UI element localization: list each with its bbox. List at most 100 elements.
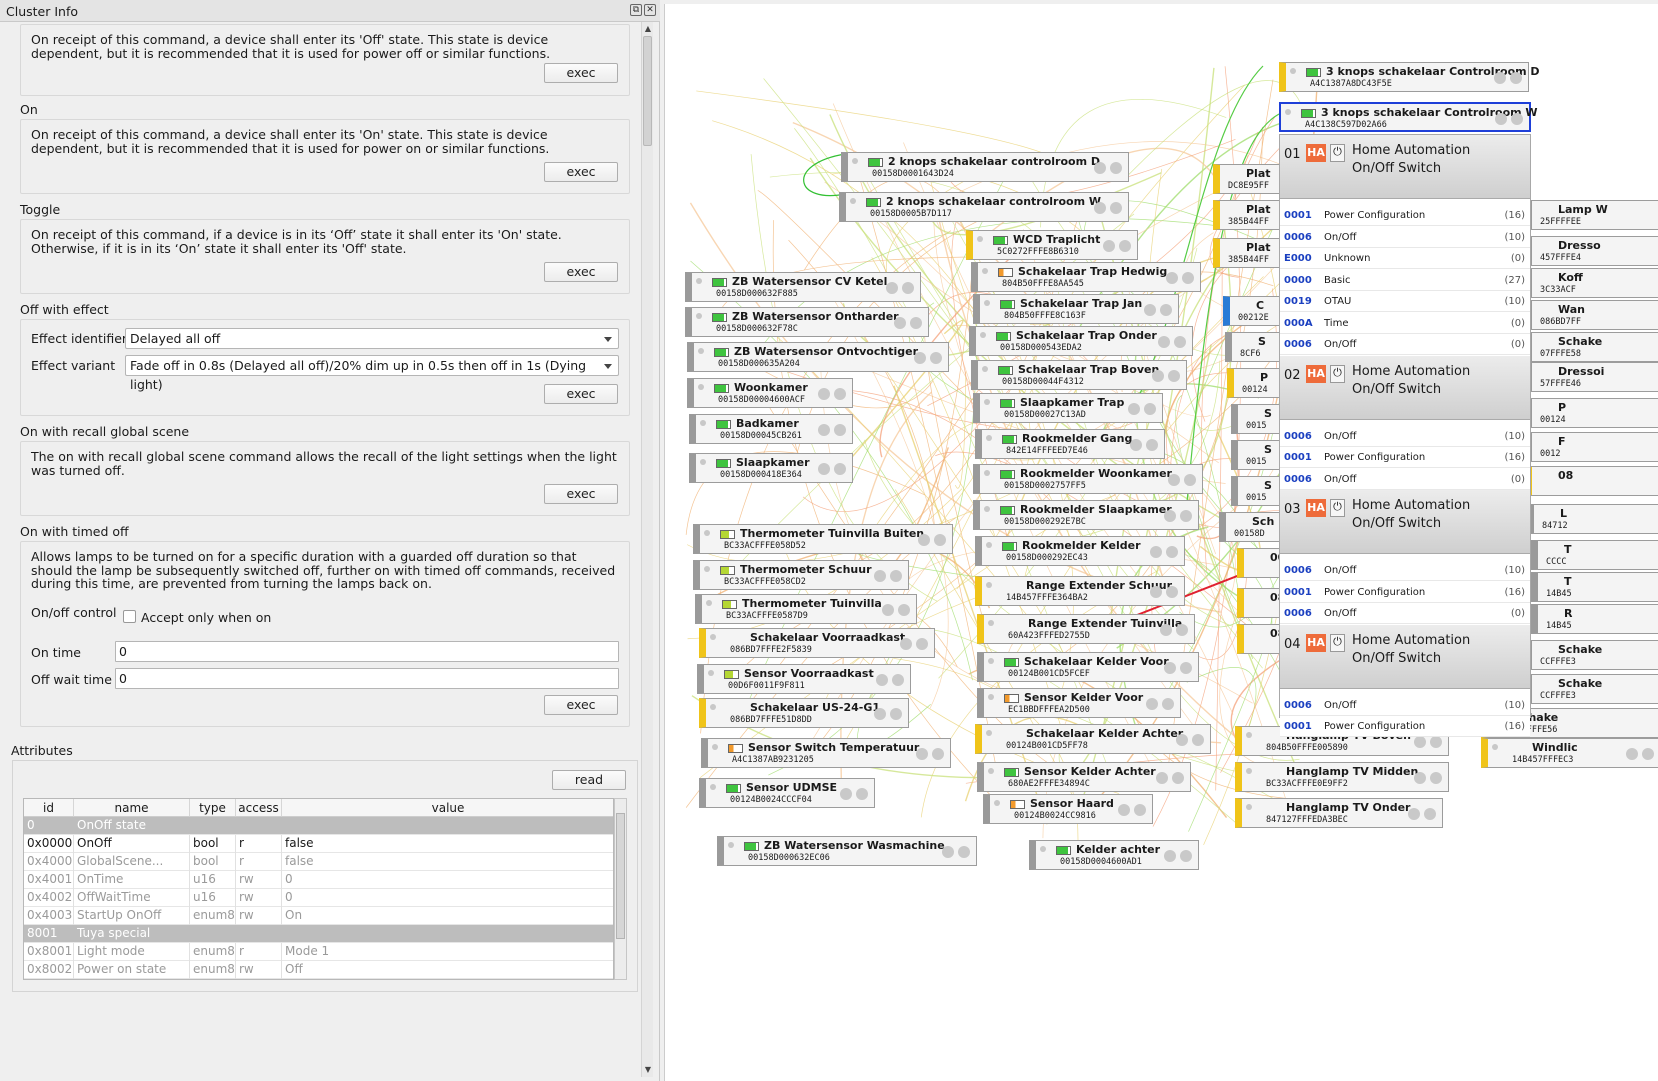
- port-icon[interactable]: [902, 282, 914, 294]
- col-name[interactable]: name: [74, 799, 190, 817]
- graph-node[interactable]: Sensor Kelder Voor EC1BBDFFFEA2D500: [977, 688, 1181, 718]
- graph-node[interactable]: Woonkamer 00158D00004600ACF: [687, 378, 853, 408]
- graph-node[interactable]: Kelder achter 00158D0004600AD1: [1029, 840, 1199, 870]
- graph-node-partial[interactable]: 08: [1525, 466, 1658, 496]
- port-icon[interactable]: [1150, 546, 1162, 558]
- attribute-row[interactable]: 0x4002 OffWaitTime u16 rw 0: [24, 889, 613, 907]
- graph-node-partial[interactable]: Plat 385B44FF: [1213, 200, 1283, 230]
- attribute-row[interactable]: 0x4000 GlobalScene... bool r false: [24, 853, 613, 871]
- port-icon[interactable]: [1414, 736, 1426, 748]
- port-icon[interactable]: [1094, 162, 1106, 174]
- port-icon[interactable]: [1626, 748, 1638, 760]
- port-icon[interactable]: [1160, 624, 1172, 636]
- port-icon[interactable]: [1430, 772, 1442, 784]
- graph-node[interactable]: ZB Watersensor CV Ketel 00158D000632F885: [685, 272, 921, 302]
- cluster-row[interactable]: 0001 Power Configuration (16): [1280, 716, 1530, 737]
- port-icon[interactable]: [1164, 662, 1176, 674]
- graph-node[interactable]: Windlic 14B457FFFEC3: [1481, 738, 1658, 768]
- port-icon[interactable]: [1168, 370, 1180, 382]
- port-icon[interactable]: [890, 570, 902, 582]
- graph-node-partial[interactable]: T 14B45: [1531, 572, 1658, 602]
- cluster-row[interactable]: 0019 OTAU (10): [1280, 291, 1530, 312]
- port-icon[interactable]: [1176, 734, 1188, 746]
- port-icon[interactable]: [876, 674, 888, 686]
- col-value[interactable]: value: [282, 799, 613, 817]
- port-icon[interactable]: [1408, 808, 1420, 820]
- col-type[interactable]: type: [190, 799, 236, 817]
- graph-node[interactable]: Thermometer Tuinvilla Buiten BC33ACFFFE05…: [693, 524, 953, 554]
- graph-node[interactable]: Schakelaar Kelder Voor 00124B001CD5FCEF: [977, 652, 1199, 682]
- attribute-group-row[interactable]: 0 OnOff state: [24, 817, 613, 835]
- recall-scene-exec-button[interactable]: exec: [544, 484, 618, 504]
- graph-node[interactable]: 2 knops schakelaar controlroom W 00158D00…: [839, 192, 1129, 222]
- port-icon[interactable]: [818, 424, 830, 436]
- cluster-row[interactable]: 0001 Power Configuration (16): [1280, 205, 1530, 226]
- graph-node-partial[interactable]: S 0015: [1231, 404, 1281, 434]
- port-icon[interactable]: [1424, 808, 1436, 820]
- graph-node-partial[interactable]: L 84712: [1527, 504, 1658, 534]
- port-icon[interactable]: [1119, 240, 1131, 252]
- graph-node[interactable]: Thermometer Tuinvilla BC33ACFFFE0587D9: [695, 594, 917, 624]
- endpoint-header[interactable]: 01 HA ⏻ Home Automation On/Off Switch: [1280, 135, 1530, 199]
- graph-node[interactable]: Badkamer 00158D00045CB261: [689, 414, 853, 444]
- port-icon[interactable]: [882, 604, 894, 616]
- port-icon[interactable]: [1166, 586, 1178, 598]
- off-exec-button[interactable]: exec: [544, 63, 618, 83]
- graph-node[interactable]: Rookmelder Slaapkamer 00158D000292E7BC: [973, 500, 1199, 530]
- port-icon[interactable]: [1184, 474, 1196, 486]
- graph-node[interactable]: Schakelaar Trap Hedwig 804B50FFFE8AA545: [971, 262, 1201, 292]
- off-with-effect-exec-button[interactable]: exec: [544, 384, 618, 404]
- port-icon[interactable]: [1128, 403, 1140, 415]
- port-icon[interactable]: [818, 463, 830, 475]
- graph-node[interactable]: ZB Watersensor Ontvochtiger 00158D000635A…: [687, 342, 949, 372]
- graph-node[interactable]: Schakelaar Trap Onder 00158D000543EDA2: [969, 326, 1193, 356]
- cluster-row[interactable]: 0000 Basic (27): [1280, 269, 1530, 291]
- graph-node-partial[interactable]: Wan 086BD7FF: [1525, 300, 1658, 330]
- graph-node-partial[interactable]: Koff 3C33ACF: [1525, 268, 1658, 298]
- endpoint-header[interactable]: 04 HA ⏻ Home Automation On/Off Switch: [1280, 624, 1530, 689]
- read-button[interactable]: read: [552, 770, 626, 790]
- port-icon[interactable]: [1494, 72, 1506, 84]
- panel-scrollbar[interactable]: ▲ ▼: [641, 22, 653, 1077]
- port-icon[interactable]: [900, 638, 912, 650]
- port-icon[interactable]: [1103, 240, 1115, 252]
- graph-node-partial[interactable]: Sch 00158D: [1219, 512, 1281, 542]
- graph-node-partial[interactable]: S 0015: [1231, 476, 1281, 506]
- panel-scroll-thumb[interactable]: [643, 36, 652, 146]
- cluster-row[interactable]: E000 Unknown (0): [1280, 248, 1530, 269]
- port-icon[interactable]: [1146, 698, 1158, 710]
- attribute-row[interactable]: 0x4003 StartUp OnOff enum8 rw On: [24, 907, 613, 925]
- attribute-row[interactable]: 0x8002 Power on state enum8 rw Off: [24, 961, 613, 979]
- port-icon[interactable]: [818, 388, 830, 400]
- port-icon[interactable]: [1134, 804, 1146, 816]
- port-icon[interactable]: [874, 570, 886, 582]
- port-icon[interactable]: [1094, 202, 1106, 214]
- toggle-exec-button[interactable]: exec: [544, 262, 618, 282]
- attribute-row[interactable]: 0x0000 OnOff bool r false: [24, 835, 613, 853]
- graph-node[interactable]: Schakelaar Trap Jan 804B50FFFE8C163F: [973, 294, 1179, 324]
- cluster-row[interactable]: 0006 On/Off (10): [1280, 226, 1530, 248]
- graph-node-partial[interactable]: Dresso 457FFFE4: [1525, 236, 1658, 266]
- graph-node[interactable]: Slaapkamer Trap 00158D00027C13AD: [973, 393, 1163, 423]
- graph-node[interactable]: 2 knops schakelaar controlroom D 00158D00…: [841, 152, 1129, 182]
- port-icon[interactable]: [1156, 772, 1168, 784]
- scroll-up-icon[interactable]: ▲: [643, 24, 653, 34]
- graph-node[interactable]: Sensor Haard 00124B0024CC9816: [983, 794, 1153, 824]
- graph-node[interactable]: ZB Watersensor Wasmachine 00158D000632EC0…: [717, 836, 977, 866]
- graph-node[interactable]: 3 knops schakelaar Controlroom W A4C138C5…: [1279, 102, 1538, 132]
- port-icon[interactable]: [930, 352, 942, 364]
- graph-node[interactable]: 3 knops schakelaar Controlroom D A4C1387A…: [1279, 62, 1540, 92]
- col-id[interactable]: id: [24, 799, 74, 817]
- cluster-row[interactable]: 0006 On/Off (10): [1280, 694, 1530, 716]
- graph-node[interactable]: Range Extender Schuur 14B457FFFE364BA2: [975, 576, 1185, 606]
- port-icon[interactable]: [1110, 202, 1122, 214]
- port-icon[interactable]: [1180, 850, 1192, 862]
- graph-node-partial[interactable]: C 00212E: [1223, 296, 1283, 326]
- graph-node[interactable]: Schakelaar Kelder Achter 00124B001CD5FF78: [975, 724, 1211, 754]
- endpoint-header[interactable]: 03 HA ⏻ Home Automation On/Off Switch: [1280, 490, 1530, 554]
- port-icon[interactable]: [932, 748, 944, 760]
- port-icon[interactable]: [934, 534, 946, 546]
- attribute-row[interactable]: 0x4001 OnTime u16 rw 0: [24, 871, 613, 889]
- cluster-row[interactable]: 0006 On/Off (0): [1280, 334, 1530, 355]
- graph-node-partial[interactable]: Schake CCFFFE3: [1525, 674, 1658, 704]
